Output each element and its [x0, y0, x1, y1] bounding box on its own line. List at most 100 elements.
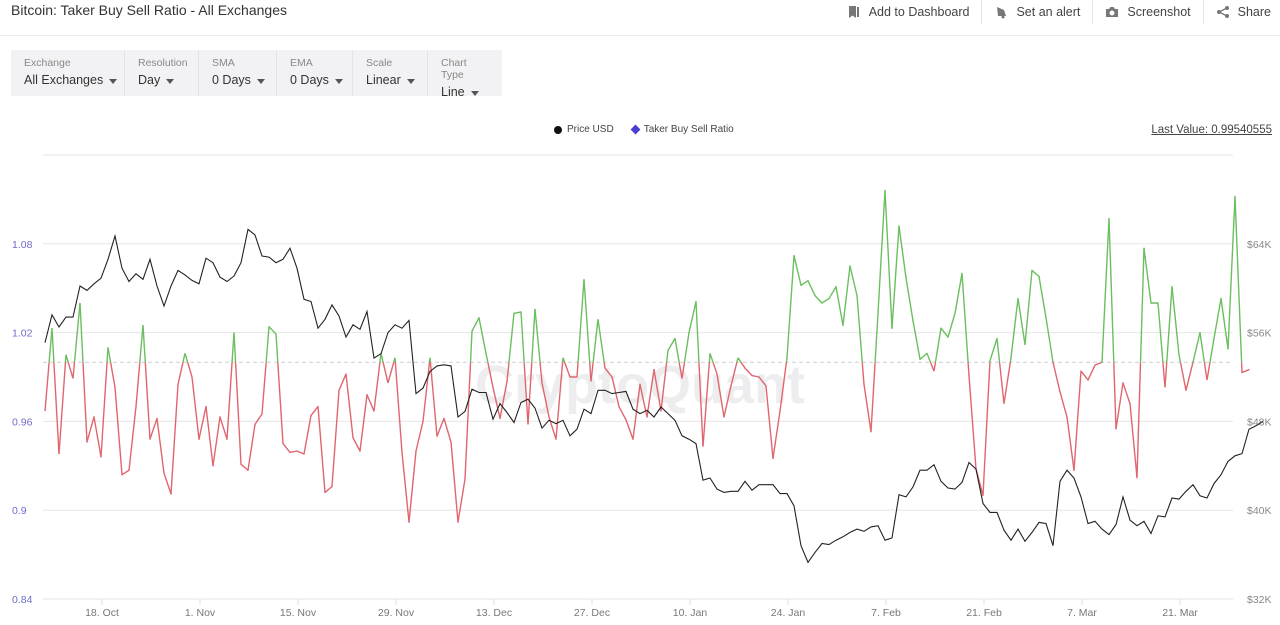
ratio-segment	[443, 417, 452, 443]
ema-select[interactable]: EMA 0 Days	[277, 50, 353, 96]
scale-select[interactable]: Scale Linear	[353, 50, 428, 96]
ratio-segment	[121, 469, 130, 476]
ratio-segment	[912, 320, 921, 360]
ratio-segment	[114, 386, 123, 476]
share-button[interactable]: Share	[1204, 0, 1280, 24]
ratio-segment	[998, 362, 1005, 404]
ratio-segment	[469, 331, 473, 363]
legend-item-ratio[interactable]: Taker Buy Sell Ratio	[630, 124, 734, 135]
ratio-segment	[58, 362, 67, 455]
ratio-segment	[401, 451, 410, 523]
ratio-segment	[51, 328, 55, 363]
ratio-segment	[53, 362, 60, 454]
sma-select[interactable]: SMA 0 Days	[199, 50, 277, 96]
ratio-segment	[513, 311, 522, 315]
resolution-label: Resolution	[138, 57, 188, 69]
ratio-segment	[1115, 382, 1124, 430]
screenshot-button[interactable]: Screenshot	[1093, 0, 1204, 24]
ratio-segment	[947, 312, 956, 338]
left-tick-label: 0.96	[12, 416, 33, 428]
left-tick-label: 1.08	[12, 239, 33, 251]
ratio-segment	[135, 362, 141, 407]
x-tick-label: 1. Nov	[185, 607, 216, 619]
ratio-segment	[835, 286, 844, 326]
ratio-segment	[1220, 297, 1229, 350]
ratio-segment	[352, 436, 361, 452]
ratio-segment	[1108, 218, 1115, 363]
set-alert-button[interactable]: Set an alert	[982, 0, 1094, 24]
ratio-segment	[603, 362, 606, 369]
ratio-segment	[170, 383, 179, 495]
ratio-segment	[422, 362, 431, 422]
ratio-segment	[1166, 286, 1173, 363]
ratio-segment	[186, 362, 193, 378]
ratio-segment	[667, 337, 676, 352]
right-tick-label: $48K	[1247, 416, 1272, 428]
camera-icon	[1106, 7, 1119, 17]
x-tick-label: 21. Feb	[966, 607, 1002, 619]
legend-item-price[interactable]: Price USD	[554, 124, 614, 135]
x-tick-label: 29. Nov	[378, 607, 415, 619]
ratio-segment	[982, 362, 991, 496]
ratio-segment	[394, 362, 403, 453]
ratio-segment	[1080, 370, 1089, 381]
exchange-label: Exchange	[24, 57, 71, 69]
ratio-segment	[884, 189, 893, 329]
caret-down-icon	[256, 78, 265, 84]
top-bar: Bitcoin: Taker Buy Sell Ratio - All Exch…	[0, 0, 1280, 36]
chart-type-select[interactable]: Chart Type Line	[428, 50, 502, 99]
ratio-segment	[800, 280, 809, 286]
ratio-segment	[577, 279, 585, 363]
ratio-segment	[996, 338, 1001, 363]
diamond-marker-icon	[630, 124, 641, 135]
ratio-segment	[821, 297, 830, 304]
resolution-select[interactable]: Resolution Day	[125, 50, 199, 96]
ratio-segment	[282, 442, 291, 454]
chart-canvas[interactable]: CryptoQuant 0.840.90.961.021.08 $32K$40K…	[0, 140, 1280, 625]
ratio-segment	[1192, 331, 1201, 363]
ratio-segment	[1024, 269, 1033, 346]
chart-controls: Exchange All Exchanges Resolution Day SM…	[11, 50, 502, 99]
ratio-segment	[317, 405, 326, 494]
add-to-dashboard-button[interactable]: Add to Dashboard	[835, 0, 983, 24]
add-to-dashboard-label: Add to Dashboard	[868, 5, 970, 19]
ratio-segment	[1241, 368, 1250, 374]
chart-type-label: Chart Type	[441, 57, 467, 81]
ratio-segment	[1122, 382, 1131, 405]
scale-label: Scale	[366, 57, 393, 69]
ratio-segment	[1199, 332, 1206, 363]
caret-down-icon	[470, 90, 479, 96]
ratio-segment	[331, 389, 340, 488]
ratio-segment	[1143, 247, 1152, 304]
ratio-segment	[289, 450, 298, 454]
ratio-segment	[247, 423, 256, 471]
share-label: Share	[1237, 5, 1271, 19]
ratio-segment	[968, 374, 977, 470]
ratio-segment	[359, 394, 368, 452]
ratio-segment	[828, 286, 837, 300]
left-tick-label: 0.84	[12, 594, 33, 606]
page-title: Bitcoin: Taker Buy Sell Ratio - All Exch…	[11, 2, 287, 18]
sma-value: 0 Days	[212, 73, 251, 87]
ratio-segment	[198, 405, 207, 440]
x-tick-label: 15. Nov	[280, 607, 317, 619]
ratio-segment	[1003, 362, 1012, 404]
legend-ratio-label: Taker Buy Sell Ratio	[643, 124, 734, 135]
ratio-segment	[1185, 361, 1194, 392]
ratio-segment	[382, 362, 389, 384]
exchange-select[interactable]: Exchange All Exchanges	[11, 50, 125, 96]
ratio-segment	[226, 362, 233, 440]
chart-type-value: Line	[441, 85, 465, 99]
ratio-segment	[1066, 416, 1075, 471]
ratio-segment	[1164, 362, 1168, 388]
ratio-segment	[891, 225, 900, 329]
ratio-segment	[275, 334, 279, 363]
ratio-segment	[1178, 354, 1182, 363]
ratio-segment	[380, 353, 384, 363]
ratio-segment	[919, 352, 928, 360]
last-value-link[interactable]: Last Value: 0.99540555	[1151, 124, 1272, 136]
x-tick-label: 27. Dec	[574, 607, 610, 619]
ratio-segment	[254, 413, 263, 426]
ratio-segment	[464, 362, 472, 480]
ratio-segment	[373, 362, 381, 412]
